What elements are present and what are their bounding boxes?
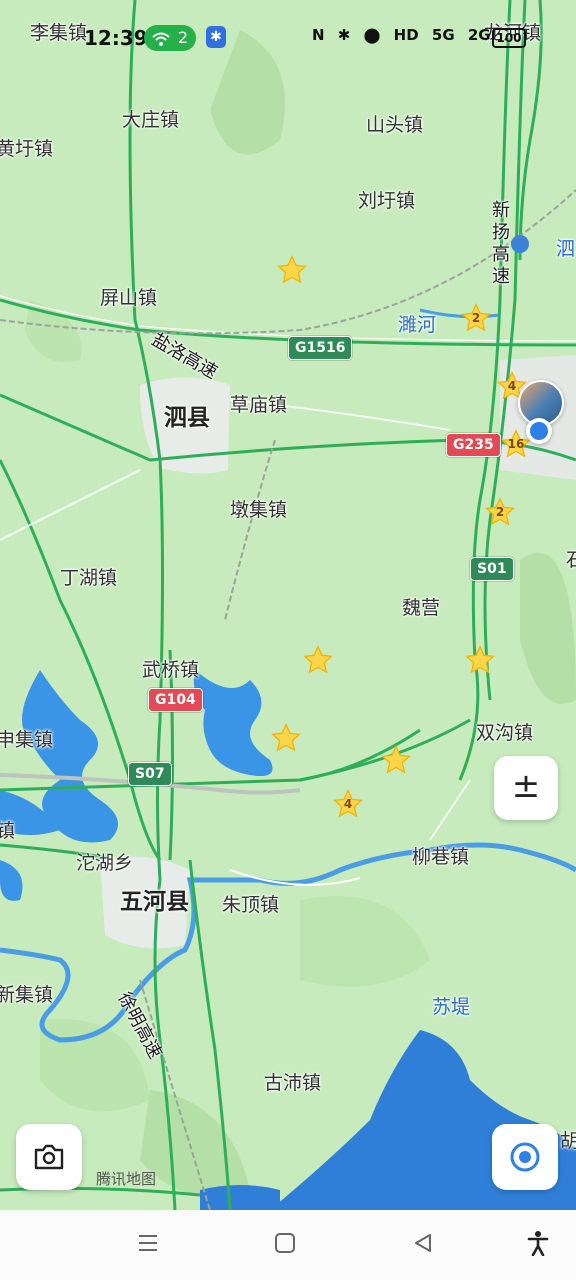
signal-2g-icon: 2G [467,26,491,44]
highway-shield: S01 [470,557,514,581]
bluetooth-icon: ✱ [337,26,351,44]
town-label[interactable]: 新集镇 [0,980,53,1007]
town-label[interactable]: 胡 [560,1126,576,1153]
hotspot-count: 2 [177,28,188,47]
town-label[interactable]: 古沛镇 [264,1068,321,1095]
battery-icon: 100 [492,28,526,48]
star-marker[interactable] [276,254,308,286]
star-cluster-marker[interactable]: 2 [460,302,492,334]
highway-shield: G235 [446,433,501,457]
cluster-count: 16 [507,437,525,451]
star-cluster-marker[interactable]: 2 [484,496,516,528]
camera-icon [33,1143,65,1175]
town-label[interactable]: 刘圩镇 [358,186,415,213]
star-cluster-marker[interactable]: 4 [332,788,364,820]
status-bar: 12:39 2 ✱ N ✱ ⬤ HD 5G 2G 100 [0,18,576,58]
menu-icon[interactable] [137,1232,159,1258]
map-view[interactable]: 李集镇 龙河镇 大庄镇 山头镇 黄圩镇 刘圩镇 屏山镇 濉河 泗县 草庙镇 墩集… [0,0,576,1210]
system-nav-bar [0,1210,576,1280]
zoom-icon: ± [511,766,541,806]
map-base [0,0,576,1210]
water-label[interactable]: 苏堤 [432,992,470,1019]
locate-icon [509,1141,541,1177]
town-label[interactable]: 镇 [0,816,15,843]
town-label[interactable]: 沱湖乡 [76,848,133,875]
star-marker[interactable] [302,644,334,676]
star-marker[interactable] [464,644,496,676]
signal-5g-icon: 5G [431,26,455,44]
status-time: 12:39 [84,26,148,50]
town-label[interactable]: 屏山镇 [100,283,157,310]
bluetooth-badge-icon: ✱ [206,26,226,48]
town-label[interactable]: 申集镇 [0,725,53,752]
town-label[interactable]: 山头镇 [366,110,423,137]
town-label[interactable]: 武桥镇 [142,655,199,682]
home-icon[interactable] [274,1232,296,1258]
map-attribution: 腾讯地图 [96,1170,157,1188]
town-label[interactable]: 墩集镇 [230,495,287,522]
camera-button[interactable] [16,1124,82,1190]
current-location-dot [526,418,552,444]
town-label[interactable]: 石 [566,545,576,572]
town-label[interactable]: 朱顶镇 [222,890,279,917]
county-label[interactable]: 五河县 [120,882,189,916]
wifi-icon [152,29,170,55]
highway-shield: G104 [148,688,203,712]
town-label[interactable]: 丁湖镇 [60,563,117,590]
highway-shield: G1516 [288,336,353,360]
status-indicators: N ✱ ⬤ HD 5G 2G [312,26,499,44]
town-label[interactable]: 黄圩镇 [0,134,53,161]
star-marker[interactable] [270,722,302,754]
town-label[interactable]: 草庙镇 [230,390,287,417]
town-label[interactable]: 大庄镇 [122,105,179,132]
cluster-count: 2 [495,505,505,519]
cluster-count: 4 [343,797,353,811]
county-label[interactable]: 泗县 [164,398,210,432]
road-label: 新扬高速 [492,200,510,287]
hd-icon: HD [393,26,419,44]
zoom-button[interactable]: ± [494,756,558,820]
accessibility-icon[interactable] [526,1230,550,1260]
highway-shield: S07 [128,762,172,786]
hotspot-badge: 2 [144,25,196,51]
poi-label[interactable]: 泗 [556,234,575,261]
river-label[interactable]: 濉河 [398,310,436,337]
cluster-count: 2 [471,311,481,325]
nfc-icon: N [312,26,325,44]
locate-button[interactable] [492,1124,558,1190]
town-label[interactable]: 柳巷镇 [412,842,469,869]
location-icon: ⬤ [363,26,381,44]
star-marker[interactable] [380,744,412,776]
town-label[interactable]: 魏营 [402,593,440,620]
back-icon[interactable] [412,1232,434,1258]
town-label[interactable]: 双沟镇 [476,718,533,745]
